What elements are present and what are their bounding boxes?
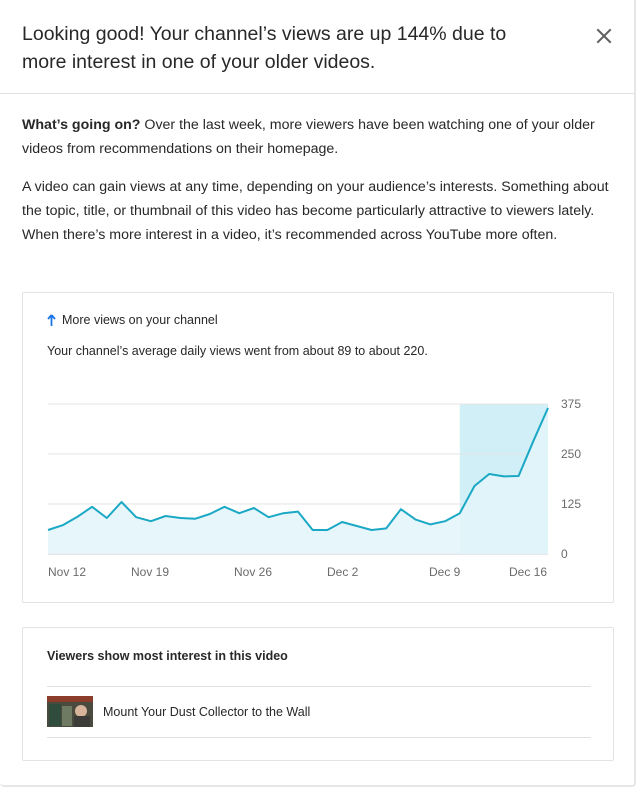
- divider: [47, 686, 591, 687]
- views-chart: 0 125 250 375 Nov 12 Nov 19 Nov 26 Dec 2 Dec 9 De…: [47, 397, 581, 579]
- x-tick-label: Dec 16: [509, 565, 547, 579]
- x-tick-label: Dec 2: [327, 565, 359, 579]
- video-title: Mount Your Dust Collector to the Wall: [103, 704, 311, 719]
- whats-going-on-heading: What’s going on?: [22, 117, 141, 133]
- close-icon: [596, 28, 612, 44]
- views-card: More views on your channel Your channel’…: [22, 292, 614, 603]
- viewers-card: Viewers show most interest in this video…: [22, 627, 614, 761]
- explanation-paragraph-1: What’s going on? Over the last week, mor…: [22, 113, 612, 161]
- explanation: What’s going on? Over the last week, mor…: [22, 113, 612, 261]
- x-tick-label: Dec 9: [429, 565, 461, 579]
- x-tick-label: Nov 26: [234, 565, 272, 579]
- x-tick-label: Nov 12: [48, 565, 86, 579]
- insight-dialog: Looking good! Your channel’s views are u…: [0, 0, 636, 787]
- explanation-paragraph-2: A video can gain views at any time, depe…: [22, 179, 609, 243]
- dialog-title: Looking good! Your channel’s views are u…: [22, 23, 507, 73]
- divider: [47, 737, 591, 738]
- video-item[interactable]: Mount Your Dust Collector to the Wall: [47, 695, 310, 728]
- y-tick-label: 250: [561, 447, 581, 461]
- close-button[interactable]: [590, 22, 618, 50]
- viewers-card-title: Viewers show most interest in this video: [47, 649, 288, 663]
- dialog-header: Looking good! Your channel’s views are u…: [0, 0, 634, 94]
- video-thumbnail: [47, 696, 93, 727]
- x-tick-label: Nov 19: [131, 565, 169, 579]
- y-tick-label: 0: [561, 547, 568, 561]
- y-tick-label: 125: [561, 497, 581, 511]
- y-tick-label: 375: [561, 397, 581, 411]
